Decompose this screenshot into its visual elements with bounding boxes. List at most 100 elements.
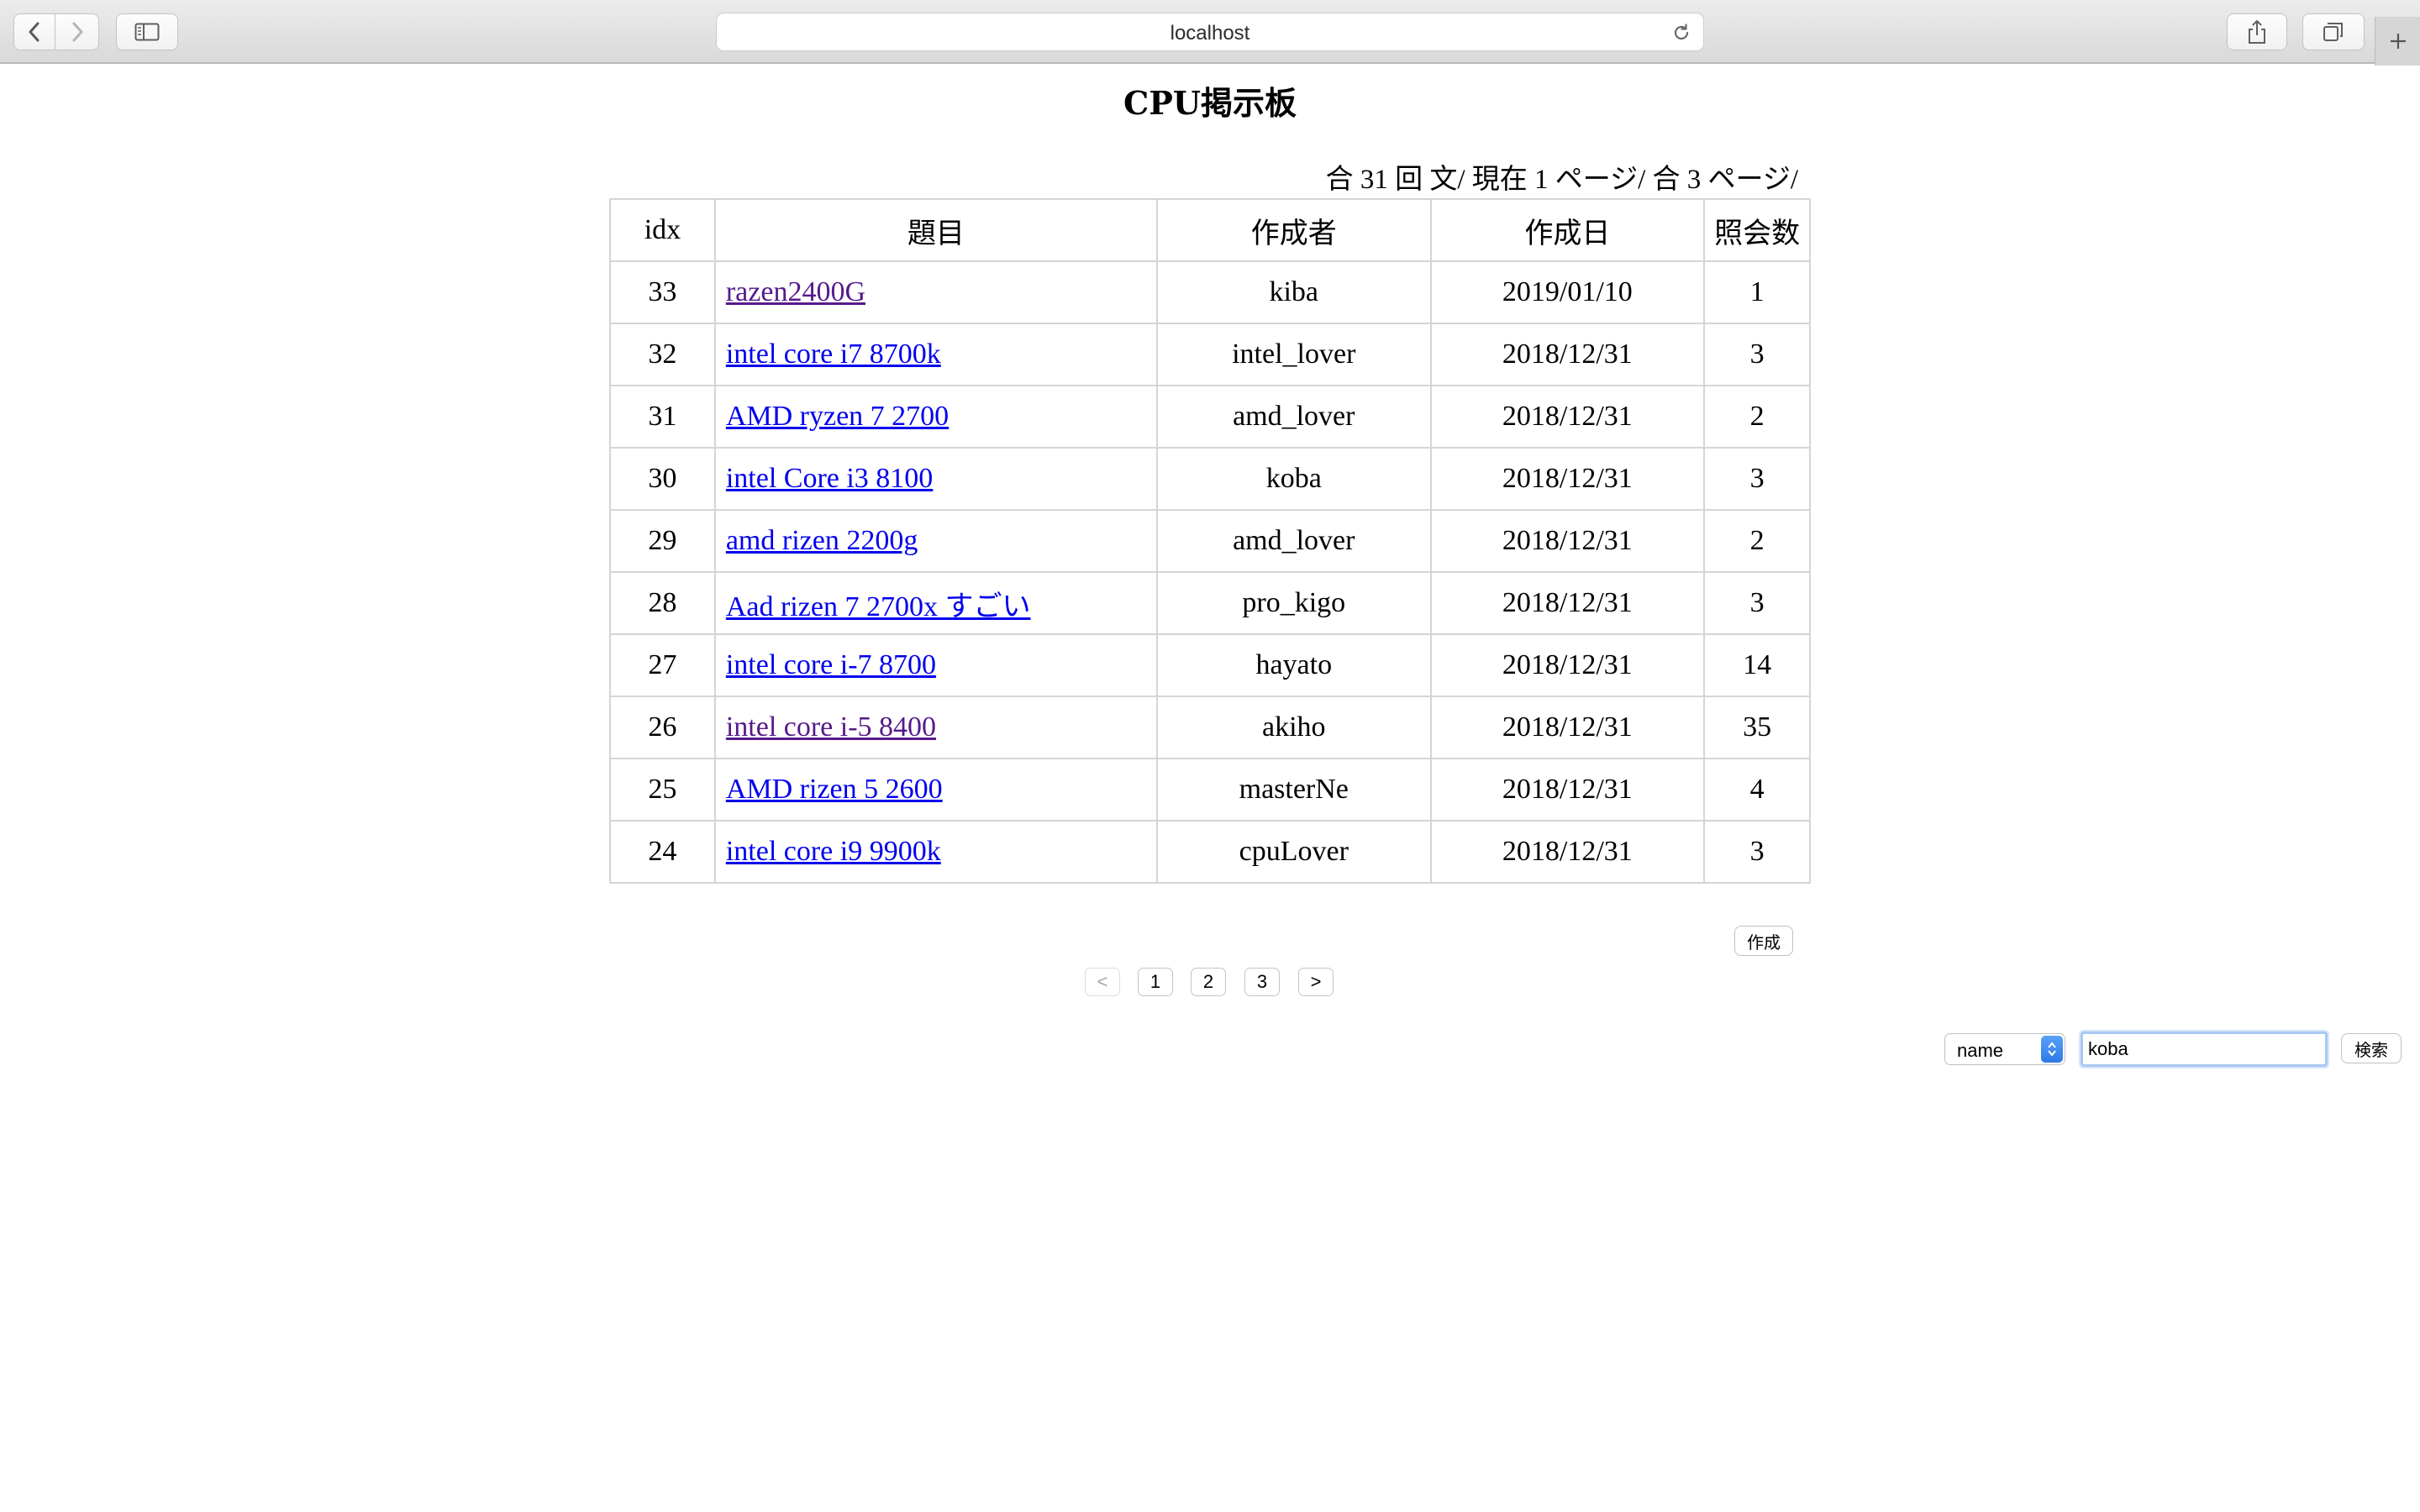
forward-button[interactable] xyxy=(55,13,99,50)
row-title-cell: intel Core i3 8100 xyxy=(713,447,1158,511)
row-idx: 28 xyxy=(609,571,716,635)
search-field-value: name xyxy=(1957,1040,2004,1061)
row-idx: 27 xyxy=(609,633,716,697)
back-button[interactable] xyxy=(13,13,55,50)
share-button[interactable] xyxy=(2227,13,2287,50)
row-date: 2019/01/10 xyxy=(1429,260,1706,324)
table-row: 27 intel core i-7 8700 hayato 2018/12/31 14 xyxy=(609,633,1811,697)
header-date: 作成日 xyxy=(1429,198,1706,262)
row-author: kiba xyxy=(1155,260,1432,324)
forward-icon xyxy=(72,22,82,42)
row-author: cpuLover xyxy=(1155,820,1432,884)
row-date: 2018/12/31 xyxy=(1429,509,1706,573)
post-title-link[interactable]: intel core i-5 8400 xyxy=(726,711,936,743)
row-idx: 32 xyxy=(609,323,716,386)
row-author: masterNe xyxy=(1155,758,1432,822)
header-author: 作成者 xyxy=(1155,198,1432,262)
row-date: 2018/12/31 xyxy=(1429,385,1706,449)
back-icon xyxy=(29,22,39,42)
page-2-button[interactable]: 2 xyxy=(1191,968,1226,996)
show-tabs-button[interactable] xyxy=(2302,13,2365,50)
row-idx: 26 xyxy=(609,696,716,759)
row-views: 2 xyxy=(1703,509,1811,573)
row-title-cell: Aad rizen 7 2700x すごい xyxy=(713,571,1158,635)
page-title: CPU掲示板 xyxy=(1123,84,1297,122)
prev-page-button[interactable]: < xyxy=(1085,968,1120,996)
row-date: 2018/12/31 xyxy=(1429,696,1706,759)
row-date: 2018/12/31 xyxy=(1429,633,1706,697)
row-author: hayato xyxy=(1155,633,1432,697)
header-title: 題目 xyxy=(713,198,1158,262)
row-idx: 25 xyxy=(609,758,716,822)
pagination: < 1 2 3 > xyxy=(0,968,2420,996)
search-button[interactable]: 検索 xyxy=(2341,1033,2402,1063)
table-row: 24 intel core i9 9900k cpuLover 2018/12/31 3 xyxy=(609,820,1811,884)
row-title-cell: intel core i-7 8700 xyxy=(713,633,1158,697)
row-views: 35 xyxy=(1703,696,1811,759)
header-views: 照会数 xyxy=(1703,198,1811,262)
row-title-cell: razen2400G xyxy=(713,260,1158,324)
browser-toolbar: localhost xyxy=(0,0,2420,66)
row-date: 2018/12/31 xyxy=(1429,820,1706,884)
search-field-select[interactable]: name xyxy=(1944,1033,2065,1065)
header-idx: idx xyxy=(609,198,716,262)
row-idx: 24 xyxy=(609,820,716,884)
table-row: 28 Aad rizen 7 2700x すごい pro_kigo 2018/12/3… xyxy=(609,571,1811,635)
create-post-button[interactable]: 作成 xyxy=(1734,926,1793,956)
select-arrows-icon xyxy=(2041,1036,2063,1063)
row-title-cell: AMD rizen 5 2600 xyxy=(713,758,1158,822)
row-views: 1 xyxy=(1703,260,1811,324)
row-author: amd_lover xyxy=(1155,385,1432,449)
table-header-row: idx 題目 作成者 作成日 照会数 xyxy=(609,198,1811,262)
reload-icon[interactable] xyxy=(1671,23,1691,43)
row-views: 3 xyxy=(1703,820,1811,884)
row-title-cell: amd rizen 2200g xyxy=(713,509,1158,573)
row-views: 14 xyxy=(1703,633,1811,697)
post-title-link[interactable]: AMD rizen 5 2600 xyxy=(726,774,943,805)
post-title-link[interactable]: razen2400G xyxy=(726,276,865,307)
sidebar-icon xyxy=(134,23,160,41)
new-tab-button[interactable] xyxy=(2375,17,2420,66)
post-title-link[interactable]: intel core i7 8700k xyxy=(726,339,941,370)
post-table: idx 題目 作成者 作成日 照会数 33 razen2400G kiba 2019/… xyxy=(609,198,1811,884)
post-title-link[interactable]: Aad rizen 7 2700x すごい xyxy=(726,591,1031,622)
search-input[interactable] xyxy=(2083,1034,2325,1064)
page-info: 合 31 回 文/ 現在 1 ページ/ 合 3 ページ/ xyxy=(1325,165,1798,195)
table-row: 29 amd rizen 2200g amd_lover 2018/12/31 2 xyxy=(609,509,1811,573)
post-title-link[interactable]: intel core i9 9900k xyxy=(726,836,941,867)
new-tab-icon xyxy=(2390,34,2406,49)
share-icon xyxy=(2249,20,2265,44)
row-author: amd_lover xyxy=(1155,509,1432,573)
page-3-button[interactable]: 3 xyxy=(1244,968,1280,996)
row-views: 3 xyxy=(1703,571,1811,635)
url-text: localhost xyxy=(1170,22,1250,45)
next-page-button[interactable]: > xyxy=(1298,968,1334,996)
post-title-link[interactable]: amd rizen 2200g xyxy=(726,525,918,556)
table-row: 26 intel core i-5 8400 akiho 2018/12/31 35 xyxy=(609,696,1811,759)
row-views: 2 xyxy=(1703,385,1811,449)
row-title-cell: intel core i9 9900k xyxy=(713,820,1158,884)
row-idx: 30 xyxy=(609,447,716,511)
row-title-cell: intel core i7 8700k xyxy=(713,323,1158,386)
search-input-wrapper xyxy=(2081,1032,2328,1067)
table-row: 30 intel Core i3 8100 koba 2018/12/31 3 xyxy=(609,447,1811,511)
post-title-link[interactable]: intel core i-7 8700 xyxy=(726,649,936,680)
row-date: 2018/12/31 xyxy=(1429,323,1706,386)
row-date: 2018/12/31 xyxy=(1429,758,1706,822)
row-idx: 33 xyxy=(609,260,716,324)
row-author: koba xyxy=(1155,447,1432,511)
row-title-cell: intel core i-5 8400 xyxy=(713,696,1158,759)
tabs-icon xyxy=(2323,23,2343,41)
row-views: 3 xyxy=(1703,323,1811,386)
row-views: 3 xyxy=(1703,447,1811,511)
row-author: akiho xyxy=(1155,696,1432,759)
table-row: 31 AMD ryzen 7 2700 amd_lover 2018/12/31 2 xyxy=(609,385,1811,449)
post-title-link[interactable]: intel Core i3 8100 xyxy=(726,463,933,494)
sidebar-toggle-button[interactable] xyxy=(116,13,178,50)
table-row: 32 intel core i7 8700k intel_lover 2018/12/… xyxy=(609,323,1811,386)
page-1-button[interactable]: 1 xyxy=(1138,968,1173,996)
address-bar[interactable]: localhost xyxy=(716,13,1704,51)
post-title-link[interactable]: AMD ryzen 7 2700 xyxy=(726,401,949,432)
row-idx: 29 xyxy=(609,509,716,573)
row-author: pro_kigo xyxy=(1155,571,1432,635)
